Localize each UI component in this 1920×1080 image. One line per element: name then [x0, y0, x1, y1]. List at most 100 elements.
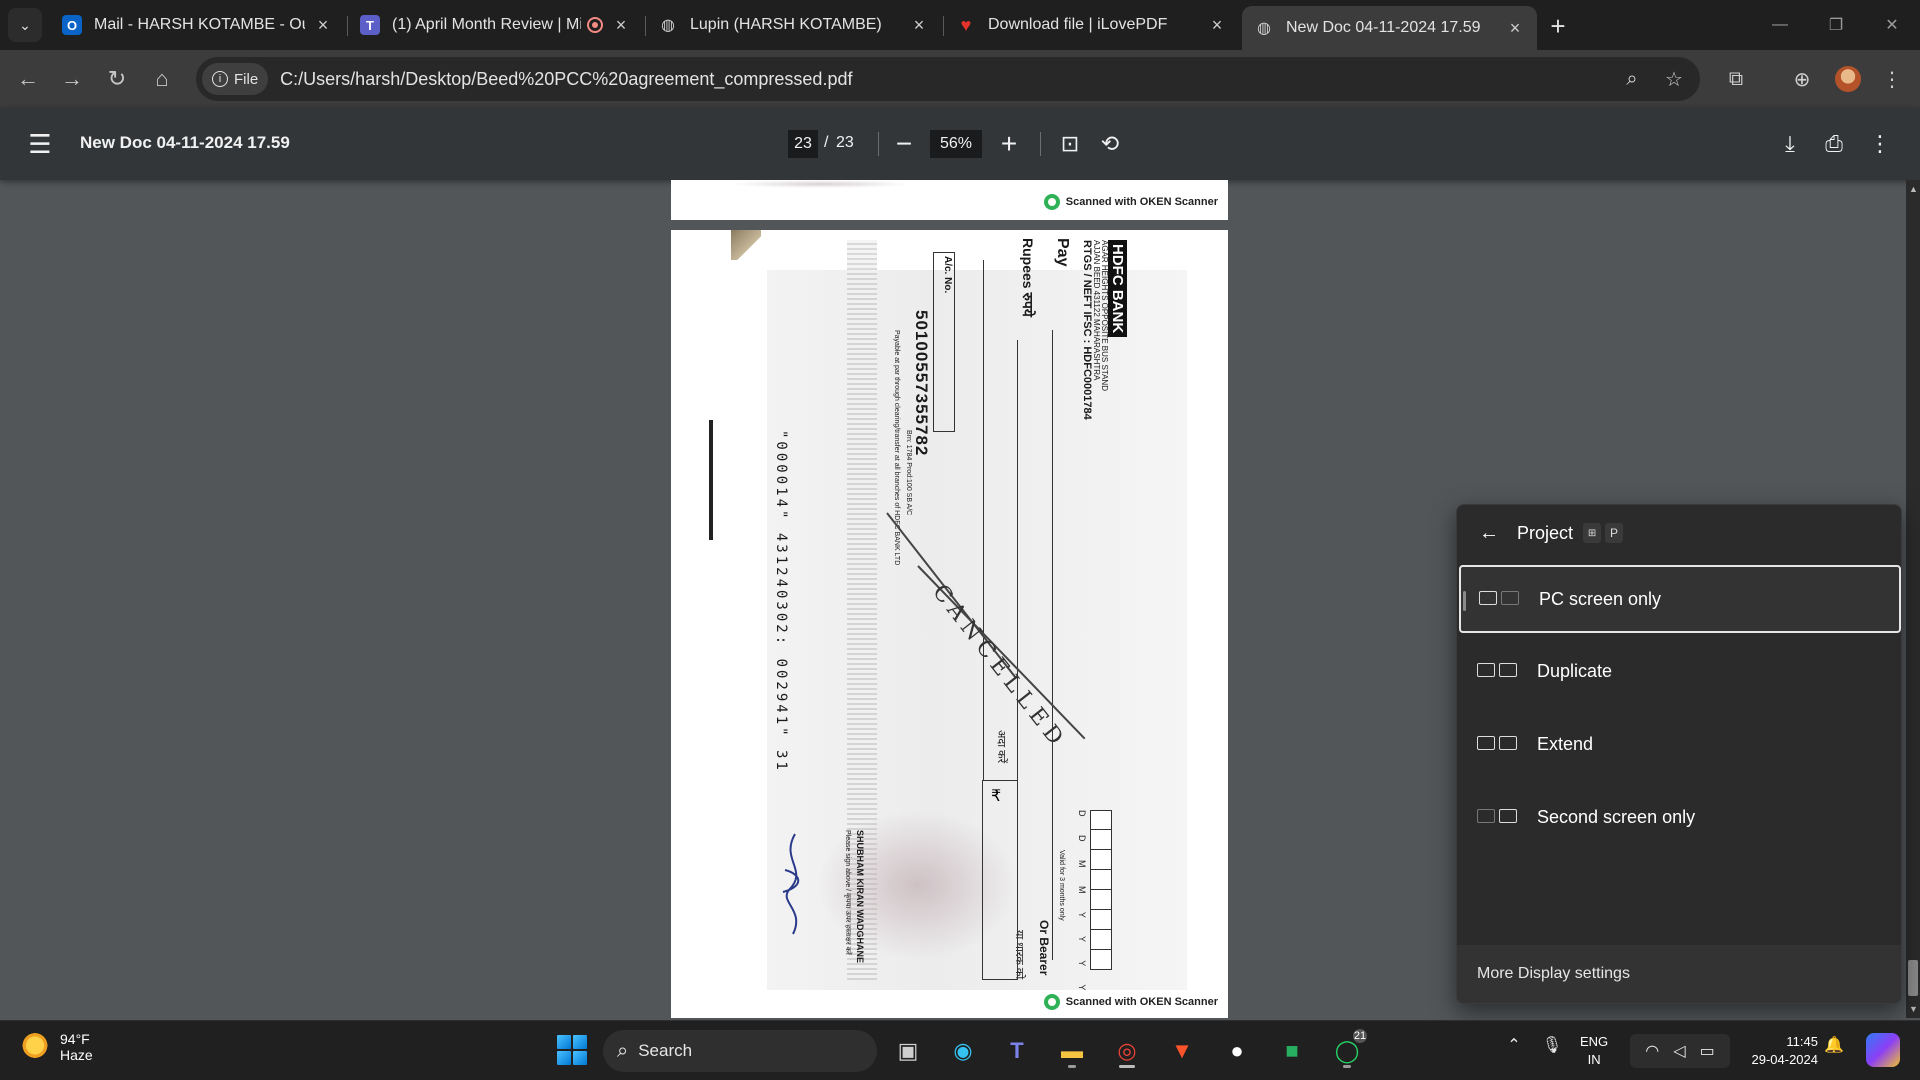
file-explorer-icon[interactable]: ▬ — [1052, 1031, 1092, 1071]
option-extend[interactable]: Extend — [1459, 710, 1901, 778]
copilot-icon[interactable] — [1866, 1033, 1900, 1067]
url-text[interactable]: C:/Users/harsh/Desktop/Beed%20PCC%20agre… — [280, 69, 852, 90]
brave-icon[interactable]: ▼ — [1162, 1031, 1202, 1071]
language-indicator[interactable]: ENG IN — [1580, 1033, 1608, 1069]
video-call-icon[interactable]: ■ — [1272, 1031, 1312, 1071]
project-header: ← Project ⊞ P — [1457, 505, 1901, 561]
zoom-out-button[interactable]: − — [888, 128, 920, 160]
chrome-icon[interactable]: ◎ — [1107, 1031, 1147, 1071]
page-number-input[interactable]: 23 — [788, 130, 818, 158]
microphone-icon[interactable]: 🎙 — [1540, 1035, 1564, 1055]
extend-icon — [1477, 732, 1521, 756]
option-second-screen-only[interactable]: Second screen only — [1459, 783, 1901, 851]
micr-code: "000014" 431240302: 002941" 31 — [773, 430, 789, 773]
arrow-left-icon: ← — [1479, 521, 1499, 544]
browser-tab-strip: ⌄ O Mail - HARSH KOTAMBE - Outlo × T (1)… — [0, 0, 1920, 50]
project-title: Project — [1517, 522, 1574, 543]
shortcut-key: P — [1605, 523, 1624, 543]
new-tab-button[interactable]: + — [1542, 10, 1574, 42]
fit-to-page-icon[interactable]: ⊡ — [1054, 128, 1086, 160]
start-button[interactable] — [557, 1035, 587, 1065]
app-icon[interactable]: ● — [1217, 1031, 1257, 1071]
globe-icon: ◍ — [661, 17, 675, 34]
whatsapp-icon[interactable]: ◯ 21 — [1327, 1027, 1369, 1071]
zoom-icon[interactable]: ⌕ — [1616, 63, 1648, 95]
window-controls: — ❐ ✕ — [1752, 0, 1920, 50]
task-view-icon[interactable]: ▣ — [888, 1031, 928, 1071]
option-label: Extend — [1537, 733, 1594, 754]
edge-icon[interactable]: ◉ — [943, 1031, 983, 1071]
rotate-icon[interactable]: ⟲ — [1094, 128, 1126, 160]
language-code: ENG — [1580, 1034, 1609, 1049]
close-icon[interactable]: × — [909, 15, 929, 35]
scan-watermark: Scanned with OKEN Scanner — [1043, 994, 1218, 1010]
teams-icon[interactable]: T — [997, 1031, 1037, 1071]
scrollbar-thumb[interactable] — [1908, 960, 1918, 996]
option-label: Duplicate — [1537, 660, 1613, 681]
second-screen-only-icon — [1477, 805, 1521, 829]
forward-button[interactable]: → — [56, 63, 88, 95]
minus-icon: − — [895, 128, 913, 159]
close-icon[interactable]: × — [1505, 18, 1525, 38]
quick-settings[interactable]: ◠ ◁ ▭ — [1630, 1034, 1730, 1068]
notifications-bell-icon[interactable]: 🔔 — [1822, 1035, 1846, 1055]
back-button[interactable]: ← — [1473, 517, 1505, 549]
zoom-level-input[interactable]: 56% — [930, 130, 982, 158]
download-icon[interactable]: ⤓ — [1774, 128, 1806, 160]
show-hidden-icons-chevron-icon[interactable]: ⌃ — [1502, 1035, 1526, 1055]
branch-code: Brn: 1784 Prod:100 SB A/C — [905, 430, 912, 516]
option-pc-screen-only[interactable]: PC screen only — [1459, 565, 1901, 633]
avatar — [1835, 66, 1861, 92]
tab-search-button[interactable]: ⌄ — [8, 8, 42, 42]
close-icon[interactable]: × — [611, 15, 631, 35]
sidebar-menu-icon[interactable]: ☰ — [24, 128, 56, 160]
account-holder-name: SHUBHAM KIRAN WADGHANE — [855, 830, 865, 963]
close-window-button[interactable]: ✕ — [1864, 0, 1920, 50]
browser-menu-icon[interactable]: ⋮ — [1876, 63, 1908, 95]
search-icon: ⌕ — [617, 1039, 629, 1062]
scroll-down-icon[interactable]: ▼ — [1909, 1004, 1918, 1014]
chevron-down-icon: ⌄ — [19, 16, 31, 33]
scroll-up-icon[interactable]: ▲ — [1909, 184, 1918, 194]
home-icon: ⌂ — [155, 66, 169, 91]
extensions-icon[interactable]: ⧉ — [1720, 63, 1752, 95]
address-bar[interactable]: i File C:/Users/harsh/Desktop/Beed%20PCC… — [196, 57, 1700, 101]
back-button[interactable]: ← — [12, 63, 44, 95]
tab-outlook[interactable]: O Mail - HARSH KOTAMBE - Outlo × — [50, 6, 345, 44]
minimize-button[interactable]: — — [1752, 0, 1808, 50]
print-icon[interactable]: ⎙ — [1818, 128, 1850, 160]
restore-button[interactable]: ❐ — [1808, 0, 1864, 50]
rupees-line — [983, 260, 984, 780]
tab-lupin[interactable]: ◍ Lupin (HARSH KOTAMBE) × — [646, 6, 941, 44]
zoom-in-button[interactable]: + — [993, 128, 1025, 160]
more-display-settings-link[interactable]: More Display settings — [1457, 945, 1901, 1003]
tab-teams[interactable]: T (1) April Month Review | Mi × — [348, 6, 643, 44]
reload-button[interactable]: ↻ — [101, 63, 133, 95]
home-button[interactable]: ⌂ — [146, 63, 178, 95]
download-icon[interactable]: ⊕ — [1786, 63, 1818, 95]
outlook-icon: O — [62, 15, 82, 35]
region-code: IN — [1587, 1052, 1601, 1067]
close-icon[interactable]: × — [313, 15, 333, 35]
sun-haze-icon — [20, 1032, 50, 1062]
plus-icon: + — [1550, 10, 1566, 41]
date-boxes — [1090, 810, 1112, 970]
weather-widget[interactable]: 94°F Haze — [20, 1031, 93, 1063]
tab-ilovepdf[interactable]: ♥ Download file | iLovePDF × — [944, 6, 1239, 44]
tab-new-doc[interactable]: ◍ New Doc 04-11-2024 17.59 × — [1242, 6, 1537, 50]
profile-avatar[interactable] — [1832, 63, 1864, 95]
tab-title: Lupin (HARSH KOTAMBE) — [690, 16, 882, 33]
clock[interactable]: 11:45 29-04-2024 — [1732, 1033, 1819, 1069]
more-options-icon[interactable]: ⋮ — [1864, 128, 1896, 160]
site-info-chip[interactable]: i File — [202, 63, 269, 95]
close-icon[interactable]: × — [1207, 15, 1227, 35]
tab-title: (1) April Month Review | Mi — [392, 16, 581, 33]
option-duplicate[interactable]: Duplicate — [1459, 637, 1901, 705]
pdf-scrollbar[interactable]: ▲ ▼ — [1906, 180, 1920, 1018]
taskbar-search[interactable]: ⌕ Search — [603, 1030, 877, 1072]
active-indicator — [1119, 1065, 1135, 1068]
bookmark-star-icon[interactable]: ☆ — [1658, 63, 1690, 95]
tab-title: Download file | iLovePDF — [988, 16, 1168, 33]
option-label: Second screen only — [1537, 806, 1696, 827]
rupees-line — [1017, 340, 1018, 780]
